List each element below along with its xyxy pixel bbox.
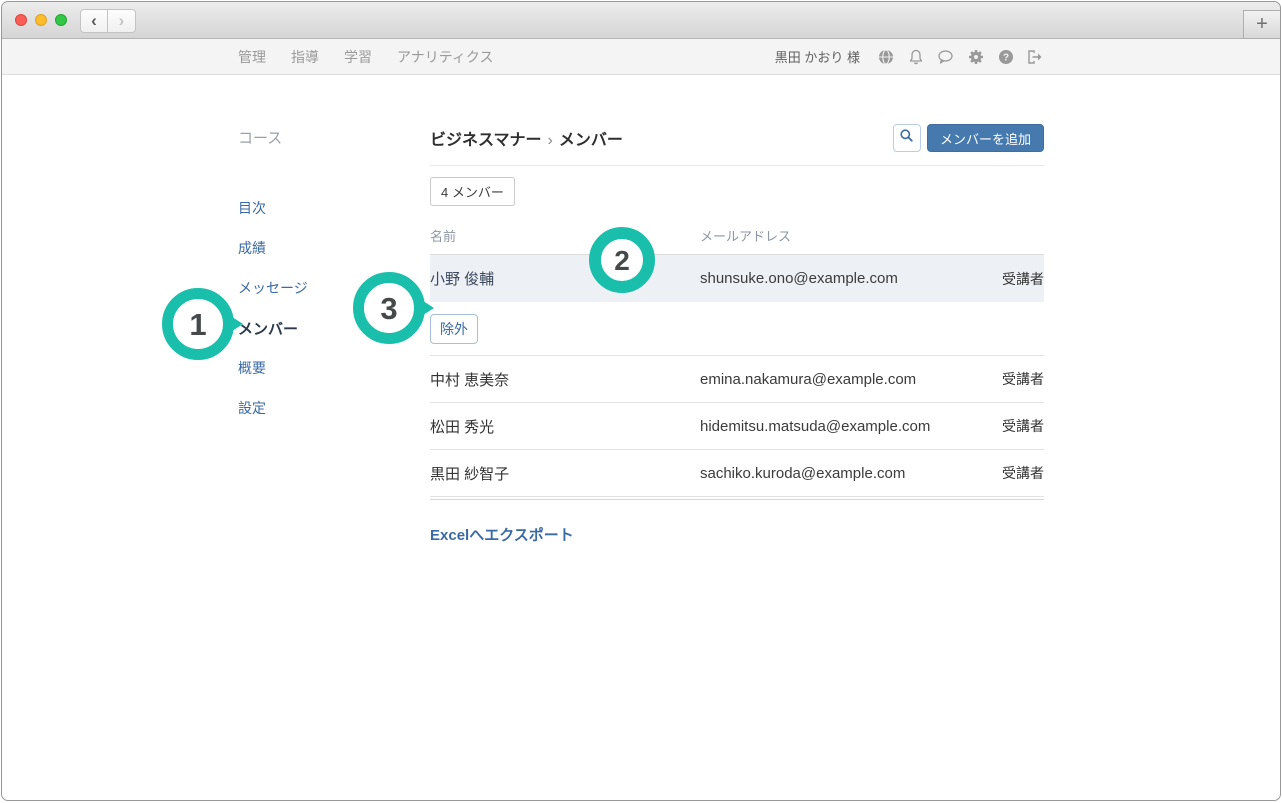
member-name[interactable]: 黒田 紗智子	[430, 463, 700, 484]
member-role: 受講者	[1002, 269, 1044, 289]
header-divider	[430, 165, 1044, 166]
back-button[interactable]: ‹	[80, 9, 108, 33]
app-navbar: 管理 指導 学習 アナリティクス 黒田 かおり 様	[2, 39, 1280, 75]
remove-member-button[interactable]: 除外	[430, 314, 478, 344]
app-nav-links: 管理 指導 学習 アナリティクス	[238, 47, 493, 67]
browser-window: ‹ › + 管理 指導 学習 アナリティクス 黒田 かおり 様	[1, 1, 1281, 801]
member-count-badge: 4 メンバー	[430, 177, 515, 206]
breadcrumb-page: メンバー	[559, 132, 623, 149]
close-window-button[interactable]	[15, 14, 27, 26]
new-tab-button[interactable]: +	[1243, 10, 1280, 39]
sidebar-item-toc[interactable]: 目次	[238, 188, 430, 228]
sidebar-item-label[interactable]: メンバー	[238, 318, 298, 339]
row-action-area: 除外	[430, 302, 1044, 356]
annotation-marker-1: 1	[159, 287, 245, 361]
sidebar-item-settings[interactable]: 設定	[238, 388, 430, 428]
chat-icon[interactable]	[937, 48, 954, 65]
course-sidebar: コース 目次 成績 メッセージ メンバー 概要 設定	[238, 75, 430, 545]
export-excel-link[interactable]: Excelへエクスポート	[430, 524, 574, 545]
column-header-email: メールアドレス	[700, 226, 1044, 245]
member-name[interactable]: 中村 恵美奈	[430, 369, 700, 390]
minimize-window-button[interactable]	[35, 14, 47, 26]
search-button[interactable]	[893, 124, 921, 152]
table-row[interactable]: 小野 俊輔 shunsuke.ono@example.com 受講者	[430, 255, 1044, 302]
globe-icon[interactable]	[877, 48, 894, 65]
sidebar-item-label[interactable]: メッセージ	[238, 278, 308, 298]
gear-icon[interactable]	[967, 48, 984, 65]
member-email: sachiko.kuroda@example.com	[700, 465, 1002, 482]
members-table: 名前 メールアドレス 小野 俊輔 shunsuke.ono@example.co…	[430, 218, 1044, 500]
member-email: emina.nakamura@example.com	[700, 371, 1002, 388]
nav-item-analytics[interactable]: アナリティクス	[397, 47, 493, 67]
table-row[interactable]: 黒田 紗智子 sachiko.kuroda@example.com 受講者	[430, 450, 1044, 497]
sidebar-item-overview[interactable]: 概要	[238, 348, 430, 388]
sidebar-item-grades[interactable]: 成績	[238, 228, 430, 268]
nav-item-admin[interactable]: 管理	[238, 47, 266, 67]
member-role: 受講者	[1002, 463, 1044, 483]
user-name: 黒田 かおり 様	[775, 47, 860, 66]
sidebar-title: コース	[238, 127, 430, 148]
sidebar-item-label[interactable]: 概要	[238, 358, 266, 378]
member-role: 受講者	[1002, 416, 1044, 436]
member-name[interactable]: 小野 俊輔	[430, 268, 700, 289]
nav-item-teach[interactable]: 指導	[291, 47, 319, 67]
member-role: 受講者	[1002, 369, 1044, 389]
member-email: hidemitsu.matsuda@example.com	[700, 418, 1002, 435]
sidebar-item-messages[interactable]: メッセージ	[238, 268, 430, 308]
sidebar-item-members[interactable]: メンバー	[238, 308, 430, 348]
column-header-name: 名前	[430, 226, 700, 245]
window-titlebar: ‹ › +	[2, 2, 1280, 39]
traffic-lights	[15, 14, 67, 26]
svg-text:?: ?	[1002, 52, 1008, 63]
sidebar-item-label[interactable]: 目次	[238, 198, 266, 218]
help-icon[interactable]: ?	[997, 48, 1014, 65]
nav-item-learn[interactable]: 学習	[344, 47, 372, 67]
zoom-window-button[interactable]	[55, 14, 67, 26]
forward-button[interactable]: ›	[108, 9, 136, 33]
breadcrumb: ビジネスマナー›メンバー	[430, 126, 893, 150]
table-end-rule	[430, 497, 1044, 500]
sidebar-item-label[interactable]: 成績	[238, 238, 266, 258]
table-header: 名前 メールアドレス	[430, 218, 1044, 255]
member-name[interactable]: 松田 秀光	[430, 416, 700, 437]
table-row[interactable]: 中村 恵美奈 emina.nakamura@example.com 受講者	[430, 356, 1044, 403]
add-member-button[interactable]: メンバーを追加	[927, 124, 1044, 152]
sidebar-item-label[interactable]: 設定	[238, 398, 266, 418]
svg-text:1: 1	[189, 307, 206, 342]
search-icon	[899, 128, 914, 148]
member-email: shunsuke.ono@example.com	[700, 270, 1002, 287]
table-row[interactable]: 松田 秀光 hidemitsu.matsuda@example.com 受講者	[430, 403, 1044, 450]
breadcrumb-separator: ›	[542, 132, 559, 149]
history-nav: ‹ ›	[80, 9, 136, 33]
logout-icon[interactable]	[1027, 48, 1044, 65]
bell-icon[interactable]	[907, 48, 924, 65]
breadcrumb-course[interactable]: ビジネスマナー	[430, 132, 542, 149]
